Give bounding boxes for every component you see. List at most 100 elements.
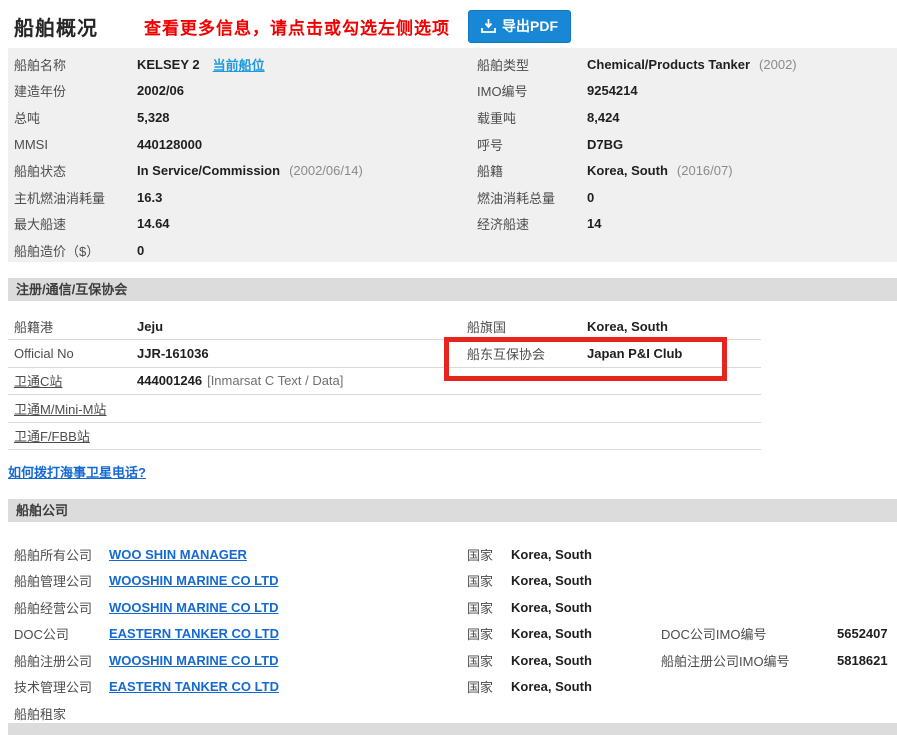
table-row: 最大船速 14.64 (8, 211, 477, 238)
field-label: 船旗国 (467, 317, 587, 336)
field-label: 船籍港 (8, 317, 137, 336)
field-label: 船舶状态 (8, 161, 137, 180)
company-role-label: 船舶注册公司 (8, 651, 109, 670)
company-role-label: 船舶所有公司 (8, 545, 109, 564)
table-row: DOC公司 EASTERN TANKER CO LTD 国家 Korea, So… (8, 621, 897, 648)
table-row: 船舶管理公司 WOOSHIN MARINE CO LTD 国家 Korea, S… (8, 568, 897, 595)
table-row: 船舶注册公司 WOOSHIN MARINE CO LTD 国家 Korea, S… (8, 647, 897, 674)
country-value: Korea, South (511, 679, 661, 694)
table-row: 燃油消耗总量 0 (477, 184, 897, 211)
section-bar-partial (8, 723, 897, 735)
country-label: 国家 (467, 624, 511, 643)
pandi-club-value: Japan P&I Club (587, 346, 682, 361)
company-role-label: 船舶经营公司 (8, 598, 109, 617)
company-link[interactable]: EASTERN TANKER CO LTD (109, 679, 279, 694)
notice-text: 查看更多信息，请点击或勾选左侧选项 (144, 14, 450, 39)
table-row: 船舶经营公司 WOOSHIN MARINE CO LTD 国家 Korea, S… (8, 594, 897, 621)
table-row: 载重吨 8,424 (477, 104, 897, 131)
field-value: 14 (587, 216, 601, 231)
country-label: 国家 (467, 545, 511, 564)
section-bar-companies: 船舶公司 (8, 499, 897, 522)
field-label: MMSI (8, 137, 137, 152)
table-row: MMSI 440128000 (8, 131, 477, 158)
field-label: 主机燃油消耗量 (8, 188, 137, 207)
table-row: 卫通M/Mini-M站 (8, 395, 761, 422)
field-label: 船舶造价（$） (8, 241, 137, 260)
export-pdf-label: 导出PDF (502, 16, 558, 36)
field-value: 8,424 (587, 110, 620, 125)
field-value: Korea, South (587, 319, 668, 334)
country-label: 国家 (467, 571, 511, 590)
inmarsat-f-label[interactable]: 卫通F/FBB站 (14, 429, 90, 444)
table-row: 技术管理公司 EASTERN TANKER CO LTD 国家 Korea, S… (8, 674, 897, 701)
inmarsat-c-label[interactable]: 卫通C站 (14, 374, 62, 389)
field-label: IMO编号 (477, 81, 587, 100)
table-row: 总吨 5,328 (8, 104, 477, 131)
section-bar-registration: 注册/通信/互保协会 (8, 278, 897, 301)
export-pdf-button[interactable]: 导出PDF (468, 10, 571, 43)
field-value: Korea, South (587, 163, 668, 178)
country-value: Korea, South (511, 600, 661, 615)
field-value: 14.64 (137, 216, 170, 231)
table-row: 船舶名称 KELSEY 2 当前船位 (8, 51, 477, 78)
table-row: 船舶所有公司 WOO SHIN MANAGER 国家 Korea, South (8, 541, 897, 568)
field-label: 船舶类型 (477, 55, 587, 74)
vessel-overview-table: 船舶名称 KELSEY 2 当前船位 建造年份 2002/06 总吨 5,328… (8, 48, 897, 262)
field-value: JJR-161036 (137, 346, 467, 361)
satellite-phone-help-link[interactable]: 如何拨打海事卫星电话? (8, 462, 146, 481)
field-value: Jeju (137, 319, 467, 334)
table-row: 主机燃油消耗量 16.3 (8, 184, 477, 211)
current-position-link[interactable]: 当前船位 (213, 55, 265, 74)
company-link[interactable]: WOOSHIN MARINE CO LTD (109, 573, 278, 588)
registered-imo-label: 船舶注册公司IMO编号 (661, 651, 837, 670)
field-label: 总吨 (8, 108, 137, 127)
help-link-row: 如何拨打海事卫星电话? (8, 460, 761, 484)
field-note: (2016/07) (677, 163, 733, 178)
field-value: 444001246 (137, 373, 202, 388)
table-row: 呼号 D7BG (477, 131, 897, 158)
table-row: IMO编号 9254214 (477, 78, 897, 105)
doc-imo-label: DOC公司IMO编号 (661, 624, 837, 643)
country-label: 国家 (467, 677, 511, 696)
country-label: 国家 (467, 651, 511, 670)
company-role-label: 技术管理公司 (8, 677, 109, 696)
company-link[interactable]: EASTERN TANKER CO LTD (109, 626, 279, 641)
field-value: 2002/06 (137, 83, 184, 98)
table-row: 船籍港 Jeju 船旗国 Korea, South (8, 313, 761, 340)
table-row: 船舶类型 Chemical/Products Tanker (2002) (477, 51, 897, 78)
table-row: 卫通C站 444001246 [Inmarsat C Text / Data] (8, 368, 761, 395)
field-label: 船籍 (477, 161, 587, 180)
field-label: Official No (8, 346, 137, 361)
company-role-label: DOC公司 (8, 624, 109, 643)
overview-left-column: 船舶名称 KELSEY 2 当前船位 建造年份 2002/06 总吨 5,328… (8, 51, 477, 264)
pandi-club-label: 船东互保协会 (467, 344, 587, 363)
country-label: 国家 (467, 598, 511, 617)
country-value: Korea, South (511, 626, 661, 641)
inmarsat-m-label[interactable]: 卫通M/Mini-M站 (14, 402, 106, 417)
company-role-label: 船舶租家 (8, 704, 109, 723)
field-label: 经济船速 (477, 214, 587, 233)
table-row: Official No JJR-161036 船东互保协会 Japan P&I … (8, 340, 761, 367)
field-note: (2002) (759, 57, 797, 72)
field-label: 载重吨 (477, 108, 587, 127)
table-row: 卫通F/FBB站 (8, 423, 761, 450)
company-link[interactable]: WOO SHIN MANAGER (109, 547, 247, 562)
company-role-label: 船舶管理公司 (8, 571, 109, 590)
doc-imo-value: 5652407 (837, 626, 897, 641)
overview-right-column: 船舶类型 Chemical/Products Tanker (2002) IMO… (477, 51, 897, 237)
table-row: 经济船速 14 (477, 211, 897, 238)
company-link[interactable]: WOOSHIN MARINE CO LTD (109, 653, 278, 668)
field-value: 440128000 (137, 137, 202, 152)
field-label: 最大船速 (8, 214, 137, 233)
field-label: 船舶名称 (8, 55, 137, 74)
field-note: [Inmarsat C Text / Data] (207, 373, 343, 388)
country-value: Korea, South (511, 547, 661, 562)
field-label: 呼号 (477, 135, 587, 154)
table-row: 船籍 Korea, South (2016/07) (477, 157, 897, 184)
field-value: 9254214 (587, 83, 638, 98)
table-row: 建造年份 2002/06 (8, 78, 477, 105)
vessel-name-value: KELSEY 2 (137, 57, 200, 72)
field-value: 0 (587, 190, 594, 205)
field-value: In Service/Commission (137, 163, 280, 178)
company-link[interactable]: WOOSHIN MARINE CO LTD (109, 600, 278, 615)
